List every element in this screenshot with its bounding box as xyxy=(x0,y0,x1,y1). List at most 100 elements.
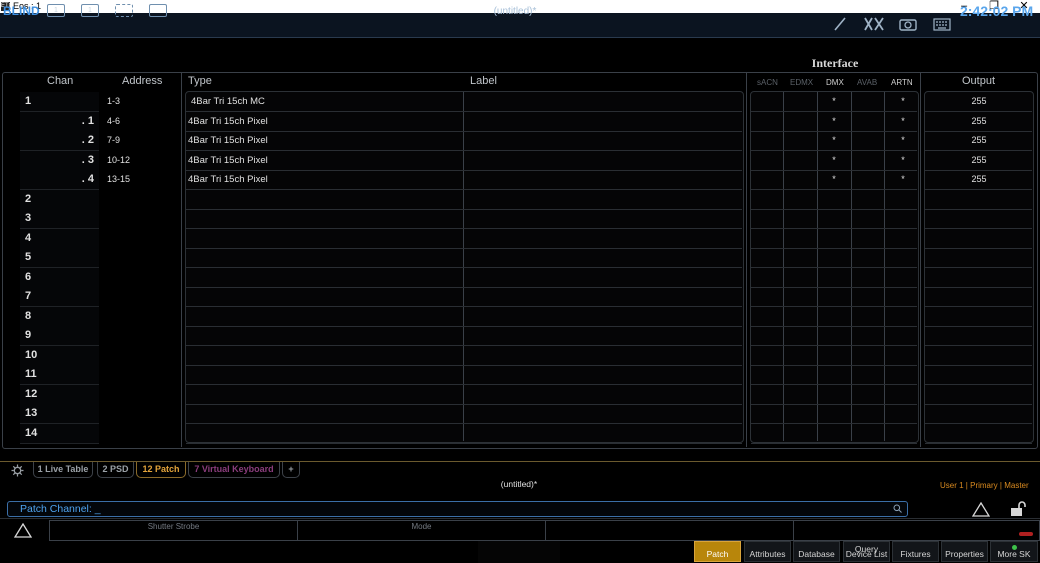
row-separator xyxy=(186,111,742,112)
column-header-avab[interactable]: AVAB xyxy=(857,78,877,87)
column-header-output[interactable]: Output xyxy=(962,75,995,87)
column-header-dmx[interactable]: DMX xyxy=(826,78,844,87)
softkey-label: Device List xyxy=(845,549,888,559)
encoder-label: Mode xyxy=(411,522,432,531)
chan-cell[interactable]: 12 xyxy=(20,385,99,405)
unlock-icon[interactable] xyxy=(1010,501,1027,517)
pen-icon[interactable] xyxy=(833,17,847,31)
blind-mode-indicator[interactable]: BLIND xyxy=(3,4,40,18)
row-separator xyxy=(751,423,917,424)
column-header-edmx[interactable]: EDMX xyxy=(790,78,813,87)
tab-psd[interactable]: 2 PSD xyxy=(97,462,134,478)
chan-cell[interactable]: . 2 xyxy=(20,131,99,151)
chan-number: 9 xyxy=(25,329,32,341)
chan-cell[interactable]: 13 xyxy=(20,404,99,424)
softkey-patch[interactable]: Patch xyxy=(694,541,741,562)
row-separator xyxy=(186,423,742,424)
chan-cell[interactable]: . 1 xyxy=(20,112,99,132)
softkey-more-sk[interactable]: More SK xyxy=(990,541,1038,562)
dmx-cell: * xyxy=(832,155,836,165)
tab-live-table[interactable]: 1 Live Table xyxy=(33,462,93,478)
command-line[interactable] xyxy=(7,501,908,517)
row-separator xyxy=(925,443,1032,444)
type-cell: 4Bar Tri 15ch MC xyxy=(191,96,265,107)
chan-cell[interactable]: 7 xyxy=(20,287,99,307)
chan-cell[interactable]: 5 xyxy=(20,248,99,268)
camera-icon[interactable] xyxy=(899,17,917,31)
tab-add[interactable]: + xyxy=(282,462,300,478)
softkey-fixtures[interactable]: Fixtures xyxy=(892,541,939,562)
record-indicator xyxy=(1019,532,1033,536)
softkey-label: Database xyxy=(798,549,835,559)
encoder-empty[interactable] xyxy=(793,520,1040,541)
chan-part: . 1 xyxy=(81,115,94,127)
keyboard-icon[interactable] xyxy=(933,17,951,31)
chan-cell[interactable]: 2 xyxy=(20,190,99,210)
address-cell: 13-15 xyxy=(107,174,131,184)
chan-number: 11 xyxy=(25,368,37,380)
row-separator xyxy=(751,111,917,112)
softkey-label: Attributes xyxy=(749,549,786,559)
display-4-button[interactable] xyxy=(149,4,167,17)
chan-cell[interactable]: 4 xyxy=(20,229,99,249)
row-separator xyxy=(925,423,1032,424)
column-header-artn[interactable]: ARTN xyxy=(891,78,913,87)
chan-cell[interactable]: . 4 xyxy=(20,170,99,190)
softkey-query-device-list[interactable]: Query Device List xyxy=(843,541,890,562)
column-header-label[interactable]: Label xyxy=(470,75,497,87)
row-separator xyxy=(751,345,917,346)
chan-number: 13 xyxy=(25,407,38,419)
softkey-database[interactable]: Database xyxy=(793,541,840,562)
column-header-sacn[interactable]: sACN xyxy=(757,78,778,87)
network-icon[interactable] xyxy=(864,17,884,31)
row-separator xyxy=(186,306,742,307)
display-3-button[interactable] xyxy=(115,4,133,17)
row-separator xyxy=(925,248,1032,249)
tab-patch[interactable]: 12 Patch xyxy=(136,462,186,478)
artn-cell: * xyxy=(901,155,905,165)
status-show-title: (untitled)* xyxy=(500,479,538,489)
triangle-icon[interactable] xyxy=(14,523,32,538)
encoder-empty[interactable] xyxy=(545,520,794,541)
encoder-shutter-strobe[interactable]: Shutter Strobe xyxy=(49,520,298,541)
row-separator xyxy=(186,365,742,366)
artn-cell: * xyxy=(901,116,905,126)
search-icon[interactable] xyxy=(893,504,902,513)
user-status: User 1 | Primary | Master xyxy=(940,481,1029,490)
display-2-button[interactable]: 1 xyxy=(81,4,99,17)
row-separator xyxy=(751,209,917,210)
row-separator xyxy=(186,228,742,229)
dmx-cell: * xyxy=(832,135,836,145)
column-header-address[interactable]: Address xyxy=(122,75,162,87)
row-separator xyxy=(925,384,1032,385)
chan-cell[interactable]: 6 xyxy=(20,268,99,288)
chan-cell[interactable]: 11 xyxy=(20,365,99,385)
chan-cell[interactable]: 14 xyxy=(20,424,99,444)
chan-cell[interactable]: 1 xyxy=(20,92,99,112)
tab-virtual-keyboard[interactable]: 7 Virtual Keyboard xyxy=(188,462,280,478)
chan-cell[interactable]: 9 xyxy=(20,326,99,346)
gear-icon[interactable] xyxy=(11,464,24,477)
chan-cell[interactable]: . 3 xyxy=(20,151,99,171)
divider xyxy=(920,73,921,447)
cursor: _ xyxy=(94,503,101,515)
row-separator xyxy=(751,326,917,327)
display-1-button[interactable]: 1 xyxy=(47,4,65,17)
triangle-icon[interactable] xyxy=(972,502,990,517)
chan-cell[interactable]: 10 xyxy=(20,346,99,366)
softkey-properties[interactable]: Properties xyxy=(941,541,988,562)
dmx-cell: * xyxy=(832,116,836,126)
softkey-label: Patch xyxy=(706,549,729,559)
artn-cell: * xyxy=(901,174,905,184)
column-header-chan[interactable]: Chan xyxy=(47,75,73,87)
column-header-type[interactable]: Type xyxy=(188,75,212,87)
row-separator xyxy=(751,267,917,268)
row-separator xyxy=(186,209,742,210)
chan-cell[interactable]: 3 xyxy=(20,209,99,229)
softkey-attributes[interactable]: Attributes xyxy=(744,541,791,562)
encoder-mode[interactable]: Mode xyxy=(297,520,546,541)
row-separator xyxy=(186,443,742,444)
output-cell: 255 xyxy=(971,135,987,145)
chan-cell[interactable]: 8 xyxy=(20,307,99,327)
row-separator xyxy=(186,345,742,346)
